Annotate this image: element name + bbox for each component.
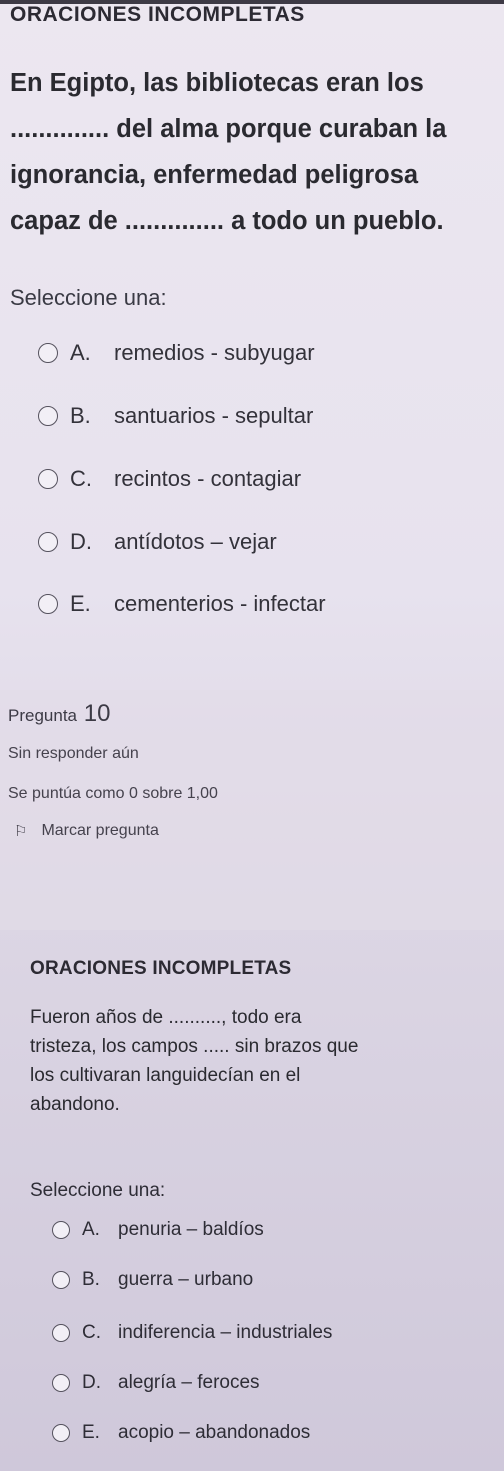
- statement-line: Fueron años de .........., todo era: [30, 1007, 302, 1028]
- option-text: santuarios - sepultar: [114, 403, 314, 428]
- q1-option-b[interactable]: B. santuarios - sepultar: [38, 403, 313, 429]
- radio-button[interactable]: [38, 406, 58, 426]
- radio-button[interactable]: [52, 1324, 70, 1342]
- option-letter: B.: [82, 1269, 100, 1290]
- statement-line: tristeza, los campos ..... sin brazos qu…: [30, 1036, 359, 1057]
- question-status: Sin responder aún: [8, 745, 139, 762]
- question-1-prompt: Seleccione una:: [10, 285, 167, 310]
- question-label: Pregunta: [8, 706, 77, 725]
- q1-option-a[interactable]: A. remedios - subyugar: [38, 340, 315, 366]
- q1-option-c[interactable]: C. recintos - contagiar: [38, 466, 301, 492]
- option-text: recintos - contagiar: [114, 466, 302, 491]
- question-number: Pregunta 10: [8, 700, 110, 728]
- option-letter: E.: [82, 1422, 100, 1443]
- radio-button[interactable]: [38, 594, 58, 614]
- option-letter: B.: [70, 403, 91, 428]
- option-letter: A.: [70, 340, 91, 365]
- option-letter: A.: [82, 1219, 100, 1240]
- statement-line: los cultivaran languidecían en el: [30, 1065, 301, 1086]
- radio-button[interactable]: [38, 532, 58, 552]
- q1-option-e[interactable]: E. cementerios - infectar: [38, 591, 326, 617]
- statement-line: .............. del alma porque curaban l…: [10, 115, 447, 143]
- option-text: antídotos – vejar: [114, 529, 277, 554]
- option-letter: C.: [70, 466, 92, 491]
- option-text: acopio – abandonados: [118, 1422, 311, 1443]
- radio-button[interactable]: [52, 1271, 70, 1289]
- option-text: remedios - subyugar: [114, 340, 315, 365]
- q2-option-c[interactable]: C. indiferencia – industriales: [52, 1322, 332, 1344]
- radio-button[interactable]: [52, 1374, 70, 1392]
- option-letter: D.: [70, 529, 92, 554]
- q2-option-d[interactable]: D. alegría – feroces: [52, 1372, 260, 1394]
- option-letter: D.: [82, 1372, 101, 1393]
- question-2-statement: Fueron años de .........., todo era tris…: [30, 1003, 495, 1119]
- question-1-statement: En Egipto, las bibliotecas eran los ....…: [10, 60, 495, 244]
- statement-line: ignorancia, enfermedad peligrosa: [10, 161, 419, 189]
- q1-option-d[interactable]: D. antídotos – vejar: [38, 529, 277, 555]
- question-number-value: 10: [83, 700, 111, 727]
- option-text: indiferencia – industriales: [118, 1322, 333, 1343]
- flag-question-label: Marcar pregunta: [41, 822, 159, 839]
- question-1-panel: ORACIONES INCOMPLETAS En Egipto, las bib…: [0, 0, 504, 680]
- q2-option-b[interactable]: B. guerra – urbano: [52, 1269, 253, 1291]
- option-text: cementerios - infectar: [114, 591, 326, 616]
- statement-line: capaz de .............. a todo un pueblo…: [10, 207, 444, 235]
- option-letter: C.: [82, 1322, 101, 1343]
- question-score: Se puntúa como 0 sobre 1,00: [8, 785, 218, 802]
- radio-button[interactable]: [38, 469, 58, 489]
- option-text: guerra – urbano: [118, 1269, 254, 1290]
- flag-icon[interactable]: ⚐: [14, 822, 27, 840]
- question-2-prompt: Seleccione una:: [30, 1180, 166, 1201]
- radio-button[interactable]: [52, 1221, 70, 1239]
- radio-button[interactable]: [38, 343, 58, 363]
- statement-line: abandono.: [30, 1094, 120, 1115]
- question-1-title: ORACIONES INCOMPLETAS: [10, 3, 305, 26]
- q2-option-a[interactable]: A. penuria – baldíos: [52, 1219, 264, 1241]
- question-2-title: ORACIONES INCOMPLETAS: [30, 958, 292, 979]
- option-letter: E.: [70, 591, 91, 616]
- q2-option-e[interactable]: E. acopio – abandonados: [52, 1422, 310, 1444]
- option-text: penuria – baldíos: [118, 1219, 264, 1240]
- option-text: alegría – feroces: [118, 1372, 260, 1393]
- flag-question-link[interactable]: ⚐ Marcar pregunta: [14, 822, 159, 840]
- statement-line: En Egipto, las bibliotecas eran los: [10, 69, 424, 97]
- radio-button[interactable]: [52, 1424, 70, 1442]
